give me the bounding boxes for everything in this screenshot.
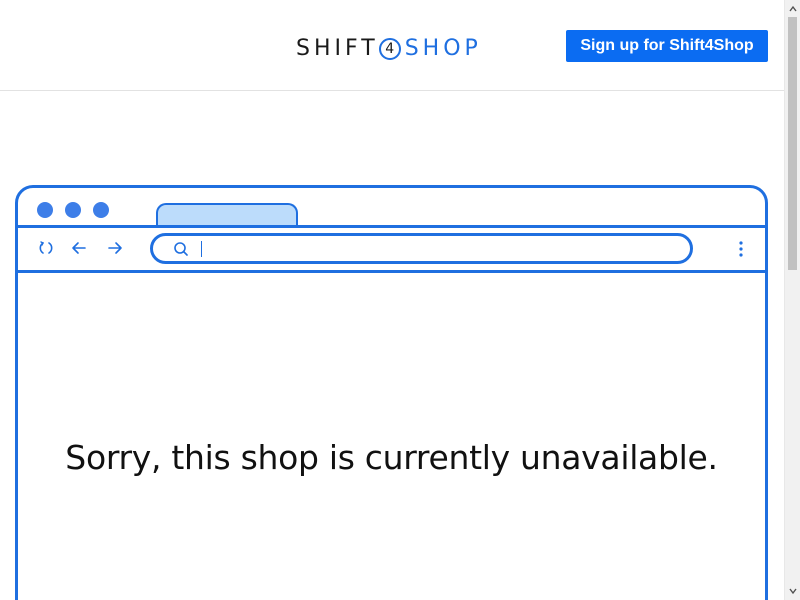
- window-dot-2: [65, 202, 81, 218]
- logo-four-ring: 4: [378, 38, 401, 60]
- kebab-menu-icon: [739, 241, 743, 257]
- search-icon: [174, 242, 188, 256]
- scroll-up-arrow-icon[interactable]: [788, 4, 798, 14]
- toolbar-divider: [18, 270, 765, 273]
- site-header: SHIFT 4 SHOP Sign up for Shift4Shop: [0, 0, 784, 91]
- browser-illustration: Sorry, this shop is currently unavailabl…: [15, 185, 768, 600]
- logo-shop-text: SHOP: [404, 36, 482, 61]
- reload-icon: [39, 241, 53, 254]
- browser-tab: [156, 203, 298, 225]
- forward-arrow-icon: [108, 242, 122, 254]
- address-caret: [201, 241, 202, 257]
- window-dot-3: [93, 202, 109, 218]
- unavailable-message: Sorry, this shop is currently unavailabl…: [65, 438, 718, 477]
- page: SHIFT 4 SHOP Sign up for Shift4Shop Sorr…: [0, 0, 784, 600]
- scrollbar-thumb[interactable]: [788, 17, 797, 270]
- browser-toolbar: [18, 228, 765, 270]
- vertical-scrollbar[interactable]: [784, 0, 800, 600]
- signup-button[interactable]: Sign up for Shift4Shop: [566, 30, 768, 62]
- scroll-down-arrow-icon[interactable]: [788, 586, 798, 596]
- shift4shop-logo[interactable]: SHIFT 4 SHOP: [296, 36, 482, 62]
- window-dot-1: [37, 202, 53, 218]
- back-arrow-icon: [72, 242, 86, 254]
- logo-shift-text: SHIFT: [296, 36, 379, 61]
- address-bar: [150, 233, 693, 264]
